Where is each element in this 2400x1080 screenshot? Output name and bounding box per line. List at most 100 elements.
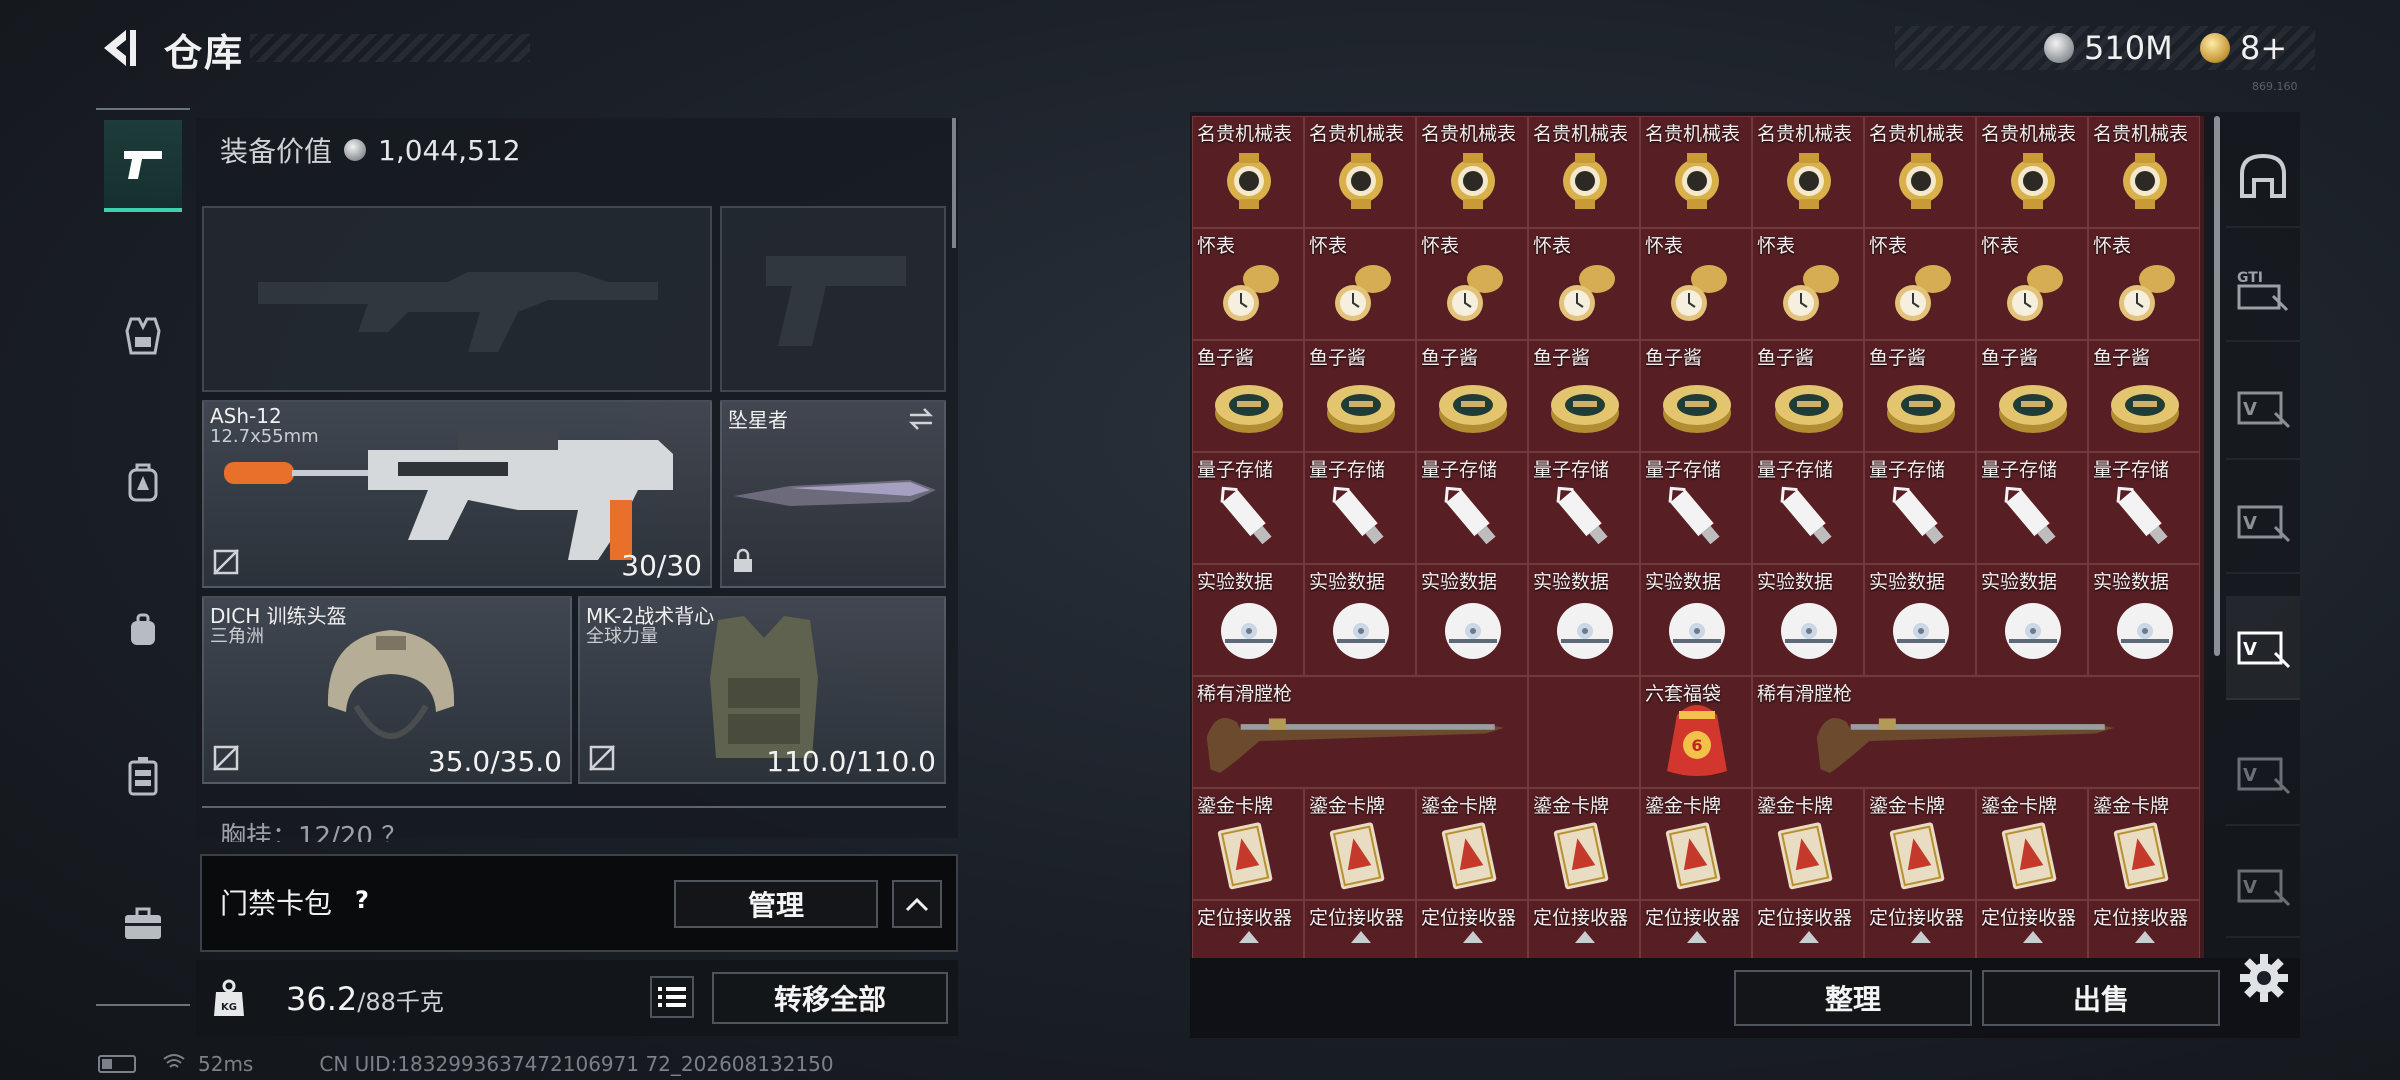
storage-cell[interactable]: 量子存储 [1640,452,1752,564]
primary-weapon-slot[interactable]: ASh-12 12.7x55mm 30/30 [202,400,712,588]
storage-cell[interactable]: 怀表 [1192,228,1304,340]
storage-cell[interactable]: 名贵机械表 [1752,116,1864,228]
help-button[interactable]: ? [346,884,378,916]
sort-button[interactable]: 整理 [1734,970,1972,1026]
storage-cell[interactable]: 六套福袋 6 [1640,676,1752,788]
currency-silver[interactable]: 510M [2044,26,2173,70]
backpack-tab[interactable] [104,436,182,528]
storage-cell[interactable]: 定位接收器 [2088,900,2200,958]
storage-tab-gti[interactable]: GTI [2226,238,2300,342]
storage-cell[interactable]: 定位接收器 [1976,900,2088,958]
swap-icon[interactable] [906,406,936,436]
storage-cell[interactable]: 量子存储 [1304,452,1416,564]
back-button[interactable] [96,24,144,72]
equipment-scrollbar[interactable] [952,118,956,248]
storage-cell[interactable]: 实验数据 [1976,564,2088,676]
storage-cell[interactable]: 定位接收器 [1640,900,1752,958]
storage-cell[interactable]: 实验数据 [1416,564,1528,676]
settings-button[interactable] [2236,950,2292,1006]
storage-cell[interactable]: 鎏金卡牌 [1752,788,1864,900]
storage-cell-empty[interactable] [1528,676,1640,788]
storage-cell[interactable]: 鱼子酱 [1304,340,1416,452]
storage-cell[interactable]: 实验数据 [1640,564,1752,676]
storage-cell[interactable]: 鎏金卡牌 [1416,788,1528,900]
storage-cell[interactable]: 怀表 [1752,228,1864,340]
case-tab[interactable] [104,878,182,970]
storage-cell[interactable]: 实验数据 [1864,564,1976,676]
storage-cell[interactable]: 实验数据 [1752,564,1864,676]
storage-cell[interactable]: 怀表 [1416,228,1528,340]
weapons-tab[interactable] [104,120,182,212]
storage-cell[interactable]: 怀表 [2088,228,2200,340]
storage-scrollbar[interactable] [2214,116,2220,656]
storage-cell[interactable]: 鱼子酱 [1864,340,1976,452]
storage-cell[interactable]: 鱼子酱 [1528,340,1640,452]
storage-cell[interactable]: 鱼子酱 [1416,340,1528,452]
storage-cell[interactable]: 名贵机械表 [2088,116,2200,228]
storage-cell[interactable]: 怀表 [1976,228,2088,340]
storage-cell[interactable]: 鱼子酱 [1640,340,1752,452]
storage-cell[interactable]: 稀有滑膛枪 [1752,676,2200,788]
storage-cell[interactable]: 鎏金卡牌 [2088,788,2200,900]
storage-cell[interactable]: 怀表 [1528,228,1640,340]
currency-gold[interactable]: 8+ [2200,26,2287,70]
storage-cell[interactable]: 怀表 [1304,228,1416,340]
storage-cell[interactable]: 量子存储 [1752,452,1864,564]
transfer-all-button[interactable]: 转移全部 [712,972,948,1024]
collapse-button[interactable] [892,880,942,928]
storage-cell[interactable]: 鎏金卡牌 [1640,788,1752,900]
storage-cell[interactable]: 名贵机械表 [1864,116,1976,228]
storage-cell[interactable]: 鎏金卡牌 [1864,788,1976,900]
storage-cell[interactable]: 定位接收器 [1752,900,1864,958]
list-view-button[interactable] [650,976,694,1018]
sidearm-slot[interactable] [720,206,946,392]
pouch-tab[interactable] [104,584,182,676]
storage-cell[interactable]: 稀有滑膛枪 [1192,676,1528,788]
storage-tab-v2[interactable]: V [2226,470,2300,574]
helmet-slot[interactable]: DICH 训练头盔 三角洲 35.0/35.0 [202,596,572,784]
storage-cell[interactable]: 量子存储 [1864,452,1976,564]
storage-tab-v3[interactable]: V [2226,596,2300,700]
storage-grid[interactable]: 名贵机械表 名贵机械表 名贵机械表 名贵机械表 名贵机械表 名贵机械表 名贵机械表 名贵机械表… [1192,116,2204,958]
storage-cell[interactable]: 鱼子酱 [2088,340,2200,452]
chest-rig-tab[interactable] [104,730,182,822]
storage-cell[interactable]: 定位接收器 [1528,900,1640,958]
melee-slot[interactable]: 坠星者 [720,400,946,588]
storage-cell[interactable]: 怀表 [1640,228,1752,340]
sell-button[interactable]: 出售 [1982,970,2220,1026]
storage-cell[interactable]: 量子存储 [1528,452,1640,564]
storage-cell[interactable]: 名贵机械表 [1528,116,1640,228]
storage-cell[interactable]: 名贵机械表 [1976,116,2088,228]
storage-cell[interactable]: 鎏金卡牌 [1976,788,2088,900]
storage-tab-v5[interactable]: V [2226,834,2300,938]
storage-cell[interactable]: 名贵机械表 [1304,116,1416,228]
storage-cell[interactable]: 鎏金卡牌 [1304,788,1416,900]
manage-button[interactable]: 管理 [674,880,878,928]
storage-cell[interactable]: 量子存储 [2088,452,2200,564]
storage-cell[interactable]: 怀表 [1864,228,1976,340]
storage-cell[interactable]: 实验数据 [1192,564,1304,676]
storage-cell[interactable]: 量子存储 [1976,452,2088,564]
storage-cell[interactable]: 定位接收器 [1416,900,1528,958]
storage-cell[interactable]: 实验数据 [1528,564,1640,676]
storage-cell[interactable]: 鎏金卡牌 [1528,788,1640,900]
armor-slot[interactable]: MK-2战术背心 全球力量 110.0/110.0 [578,596,946,784]
storage-cell[interactable]: 实验数据 [1304,564,1416,676]
storage-cell[interactable]: 鎏金卡牌 [1192,788,1304,900]
storage-cell[interactable]: 鱼子酱 [1752,340,1864,452]
storage-cell[interactable]: 名贵机械表 [1192,116,1304,228]
storage-cell[interactable]: 定位接收器 [1192,900,1304,958]
storage-cell[interactable]: 量子存储 [1416,452,1528,564]
storage-cell[interactable]: 鱼子酱 [1192,340,1304,452]
storage-cell[interactable]: 实验数据 [2088,564,2200,676]
storage-cell[interactable]: 定位接收器 [1864,900,1976,958]
storage-tab-home[interactable] [2226,124,2300,228]
storage-cell[interactable]: 名贵机械表 [1640,116,1752,228]
storage-cell[interactable]: 名贵机械表 [1416,116,1528,228]
storage-cell[interactable]: 鱼子酱 [1976,340,2088,452]
storage-tab-v4[interactable]: V [2226,722,2300,826]
storage-tab-v1[interactable]: V [2226,356,2300,460]
storage-cell[interactable]: 量子存储 [1192,452,1304,564]
storage-cell[interactable]: 定位接收器 [1304,900,1416,958]
secondary-weapon-slot[interactable] [202,206,712,392]
